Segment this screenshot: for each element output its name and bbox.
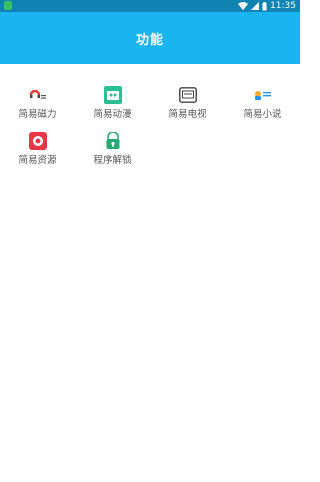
tv-icon [178,86,197,104]
anime-icon [103,86,122,104]
feature-magnet[interactable]: 简易磁力 [0,76,75,122]
novel-icon [254,86,272,104]
battery-icon [262,1,267,10]
app-bar: 功能 [0,12,300,64]
feature-label: 简易小说 [243,109,282,120]
status-time: 11:35 [270,1,296,11]
app-notification-icon [4,1,12,10]
feature-label: 简易电视 [168,109,207,120]
feature-label: 简易资源 [18,155,57,166]
feature-label: 简易磁力 [18,109,57,120]
feature-novel[interactable]: 简易小说 [225,76,300,122]
feature-resource[interactable]: 简易资源 [0,122,75,168]
feature-unlock[interactable]: 程序解锁 [75,122,150,168]
page-title: 功能 [135,32,164,48]
wifi-icon [238,2,249,10]
feature-label: 简易动漫 [93,109,132,120]
signal-icon [251,2,260,10]
feature-label: 程序解锁 [93,155,132,166]
unlock-icon [104,132,122,150]
resource-icon [28,132,47,150]
feature-anime[interactable]: 简易动漫 [75,76,150,122]
magnet-icon [29,86,47,104]
feature-tv[interactable]: 简易电视 [150,76,225,122]
feature-grid: 简易磁力 简易动漫 简易电视 简易小说 简易资源 程序解锁 [0,64,300,168]
status-icons: 11:35 [238,0,296,12]
status-bar: 11:35 [0,0,300,12]
